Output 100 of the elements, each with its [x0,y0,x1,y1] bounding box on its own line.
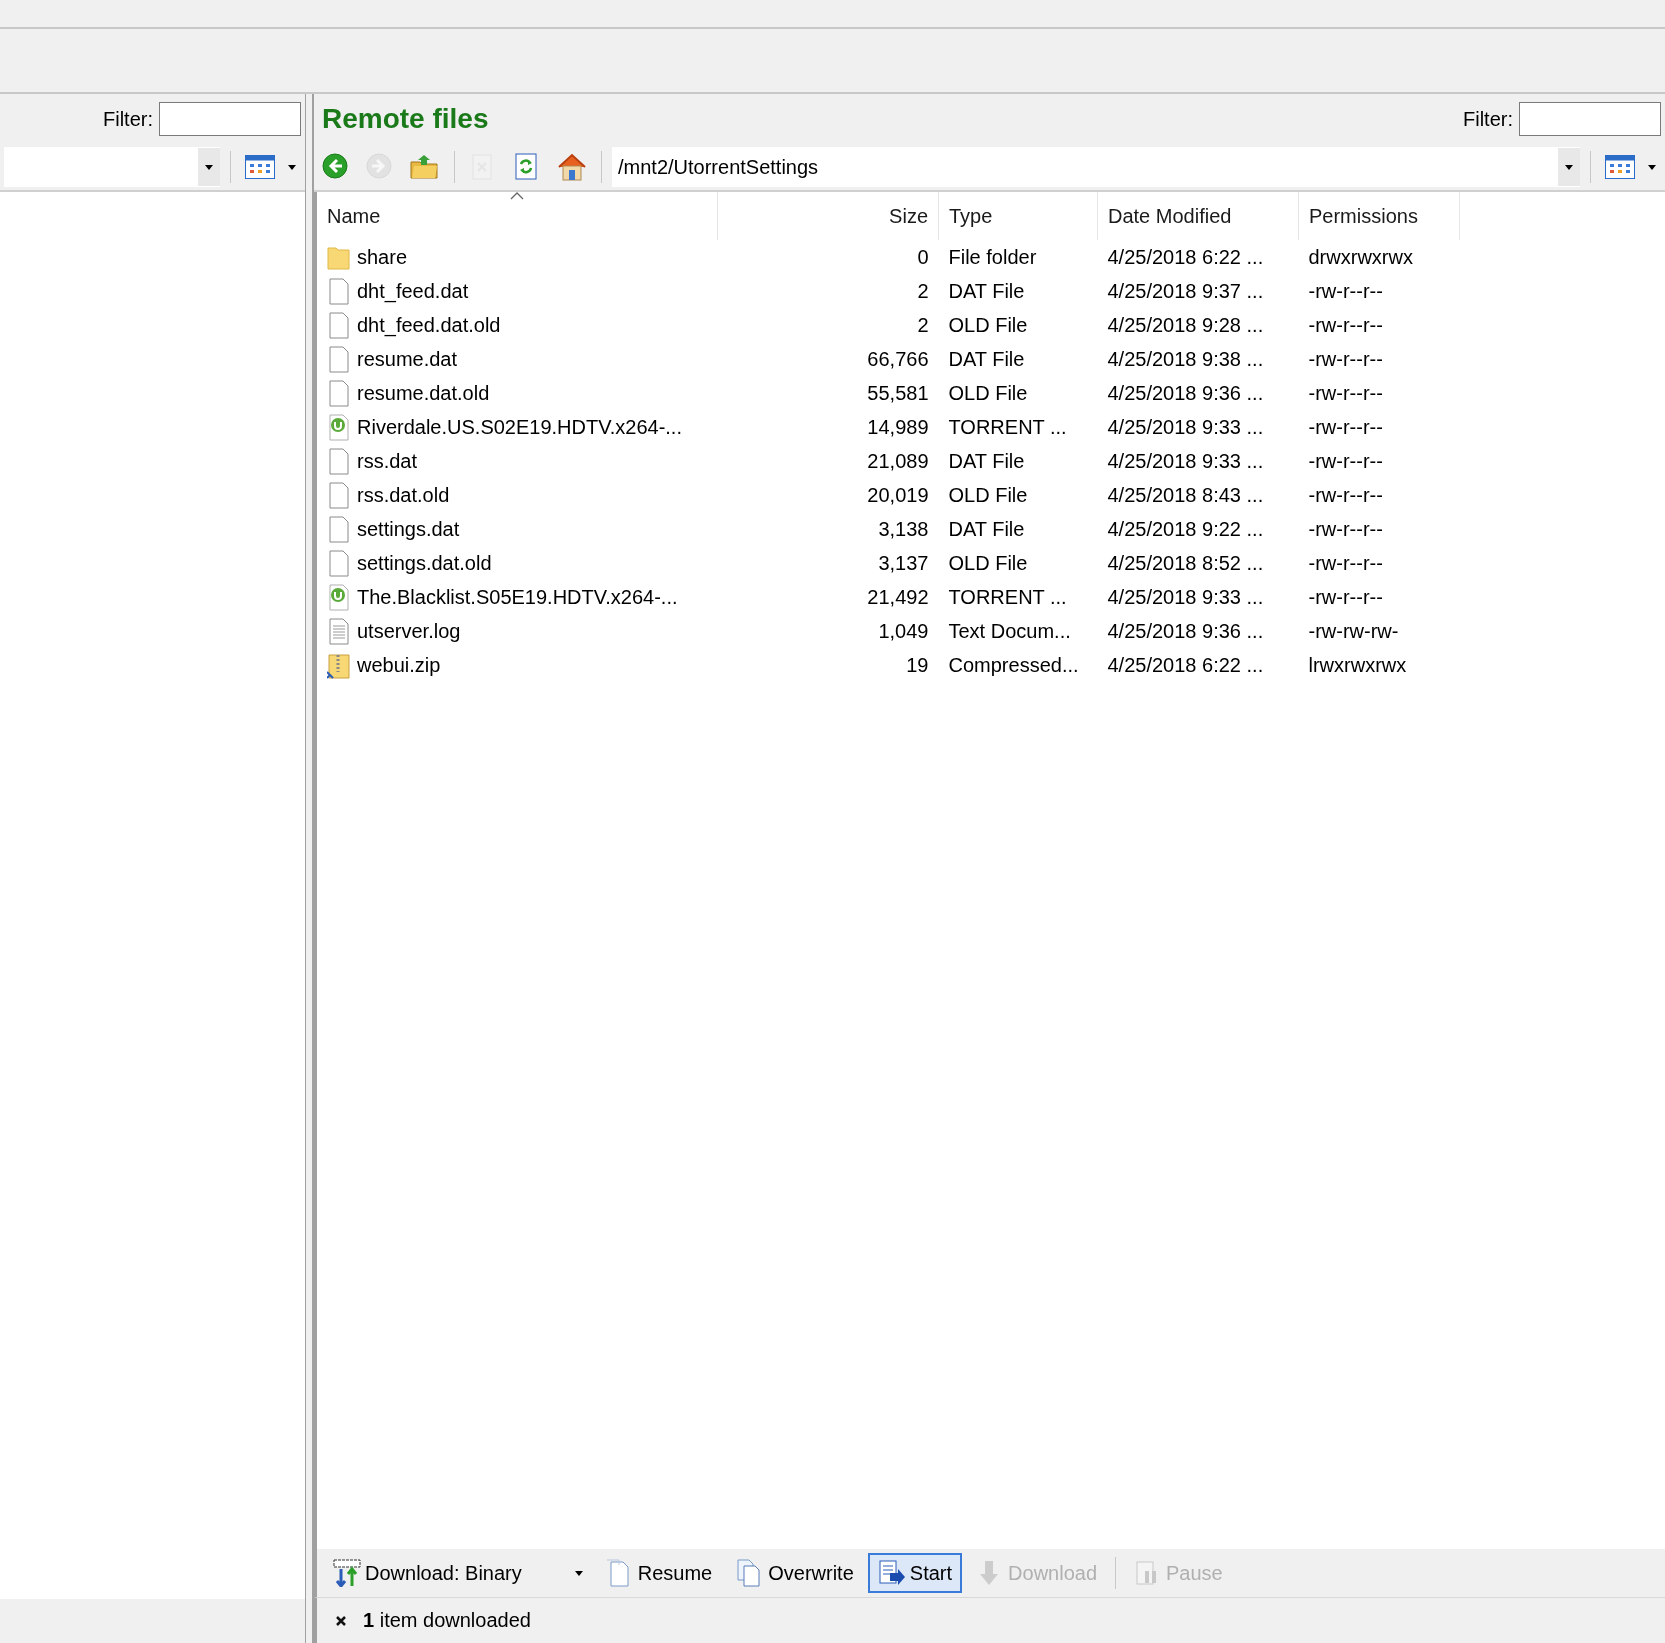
table-cell: Text Docum... [948,619,1071,642]
status-message: 1 item downloaded [363,1609,531,1632]
table-cell: -rw-rw-rw- [1308,619,1399,642]
table-cell: 4/25/2018 9:28 ... [1107,313,1264,336]
document-icon [327,345,351,373]
path-field[interactable]: /mnt2/UtorrentSettings [612,147,1580,187]
caret-icon [1564,163,1574,171]
column-header[interactable]: Permissions [1298,192,1460,240]
table-cell: 3,137 [878,551,929,574]
table-cell: 21,089 [867,449,929,472]
table-cell: OLD File [948,483,1028,506]
table-cell: 21,492 [867,585,929,608]
file-name[interactable]: Riverdale.US.S02E19.HDTV.x264-... [357,415,682,439]
filter-label: Filter: [1463,107,1513,131]
table-cell: 20,019 [867,483,929,506]
caret-icon [287,163,297,171]
caret-icon [1647,163,1657,171]
file-name[interactable]: webui.zip [357,653,441,677]
file-name[interactable]: share [357,245,408,269]
table-cell: DAT File [948,279,1025,302]
document-icon [327,311,351,339]
document-icon [327,549,351,577]
table-cell: 4/25/2018 6:22 ... [1107,245,1264,268]
table-cell: OLD File [948,313,1028,336]
panel-title: Remote files [322,103,489,135]
transfer-button[interactable]: Overwrite [726,1553,864,1593]
file-name[interactable]: rss.dat [357,449,418,473]
dropdown-button[interactable] [1558,148,1580,186]
table-cell: -rw-r--r-- [1308,415,1383,438]
table-cell: 4/25/2018 9:36 ... [1107,381,1264,404]
table-cell: 4/25/2018 9:33 ... [1107,415,1264,438]
file-name[interactable]: resume.dat.old [357,381,490,405]
table-cell: File folder [948,245,1037,268]
text-document-icon [327,617,351,645]
table-cell: 4/25/2018 9:33 ... [1107,585,1264,608]
table-cell: Compressed... [948,653,1079,676]
table-cell: TORRENT ... [948,585,1067,608]
caret-icon [204,163,214,171]
table-cell: lrwxrwxrwx [1308,653,1407,676]
table-cell: 66,766 [867,347,929,370]
binary-arrows-icon [333,1559,361,1587]
start-transfer-icon [877,1559,906,1587]
table-cell: -rw-r--r-- [1308,449,1383,472]
table-cell: 4/25/2018 9:33 ... [1107,449,1264,472]
table-cell: -rw-r--r-- [1308,517,1383,540]
file-name[interactable]: dht_feed.dat.old [357,313,501,337]
column-header[interactable]: Type [938,192,1098,240]
file-name[interactable]: dht_feed.dat [357,279,469,303]
table-cell: 2 [917,279,929,302]
file-name[interactable]: The.Blacklist.S05E19.HDTV.x264-... [357,585,678,609]
document-icon [327,447,351,475]
table-cell: 55,581 [867,381,929,404]
table-cell: 19 [906,653,929,676]
splitter[interactable] [305,94,314,1643]
table-cell: DAT File [948,449,1025,472]
column-header[interactable]: Date Modified [1097,192,1299,240]
torrent-file-icon [327,583,351,611]
document-icon [327,379,351,407]
file-name[interactable]: resume.dat [357,347,458,371]
table-cell: TORRENT ... [948,415,1067,438]
table-cell: -rw-r--r-- [1308,313,1383,336]
torrent-file-icon [327,413,351,441]
table-cell: 4/25/2018 9:37 ... [1107,279,1264,302]
home-icon [557,153,587,181]
close-icon [335,1614,347,1627]
caret-icon [573,1569,584,1577]
folder-arrow-icon [410,153,440,181]
table-cell: 4/25/2018 8:43 ... [1107,483,1264,506]
table-cell: 14,989 [867,415,929,438]
dropdown-button[interactable] [198,148,220,186]
table-cell: -rw-r--r-- [1308,585,1383,608]
path-field[interactable] [4,147,220,187]
table-cell: 4/25/2018 9:36 ... [1107,619,1264,642]
table-cell: -rw-r--r-- [1308,551,1383,574]
file-name[interactable]: utserver.log [357,619,461,643]
filter-label: Filter: [103,107,153,131]
table-cell: OLD File [948,551,1028,574]
table-cell: 4/25/2018 9:22 ... [1107,517,1264,540]
table-cell: DAT File [948,347,1025,370]
table-cell: 3,138 [878,517,929,540]
file-name[interactable]: settings.dat.old [357,551,492,575]
filter-field[interactable] [1519,102,1661,136]
file-name[interactable]: rss.dat.old [357,483,450,507]
table-cell: OLD File [948,381,1028,404]
table-cell: 4/25/2018 9:38 ... [1107,347,1264,370]
table-cell: drwxrwxrwx [1308,245,1413,268]
sort-ascending-icon [510,192,524,200]
column-header[interactable]: Name [317,192,718,240]
table-cell: 4/25/2018 6:22 ... [1107,653,1264,676]
document-icon [327,515,351,543]
table-cell: 4/25/2018 8:52 ... [1107,551,1264,574]
table-cell: -rw-r--r-- [1308,279,1383,302]
column-header[interactable]: Size [717,192,939,240]
filter-field[interactable] [159,102,301,136]
file-name[interactable]: settings.dat [357,517,460,541]
table-cell: -rw-r--r-- [1308,381,1383,404]
table-cell: 2 [917,313,929,336]
transfer-button[interactable]: Download: Binary [323,1553,592,1593]
transfer-button[interactable]: Start [867,1553,963,1593]
transfer-button[interactable]: Resume [595,1553,723,1593]
